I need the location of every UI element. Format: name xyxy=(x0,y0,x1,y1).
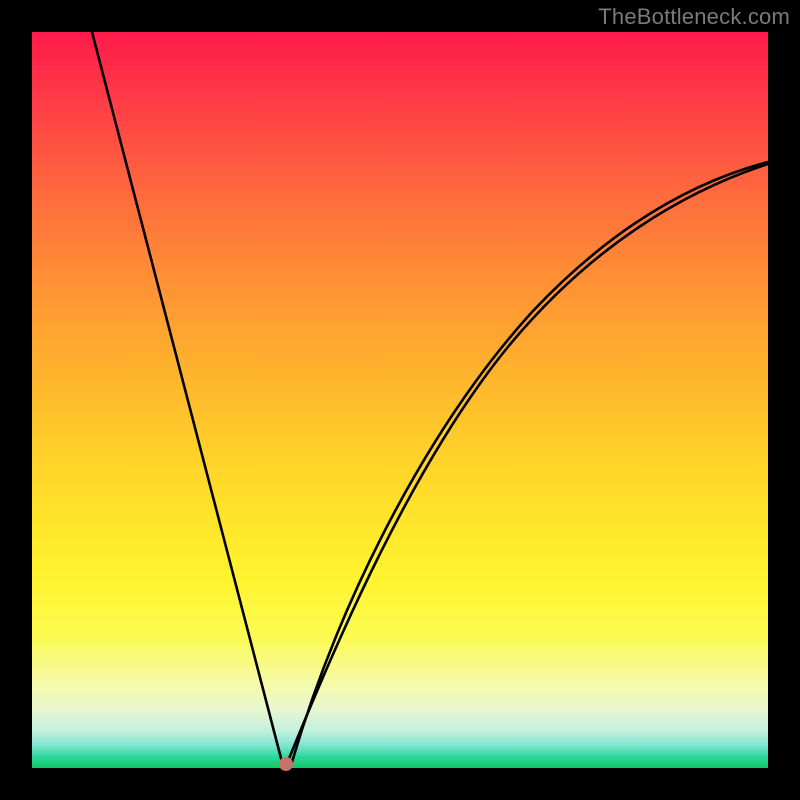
curve-svg xyxy=(32,32,768,768)
plot-area xyxy=(32,32,768,768)
bottleneck-curve-right-tail xyxy=(286,164,768,766)
chart-container: TheBottleneck.com xyxy=(0,0,800,800)
vertex-marker xyxy=(279,757,293,771)
attribution-text: TheBottleneck.com xyxy=(598,4,790,30)
bottleneck-curve xyxy=(92,32,768,766)
